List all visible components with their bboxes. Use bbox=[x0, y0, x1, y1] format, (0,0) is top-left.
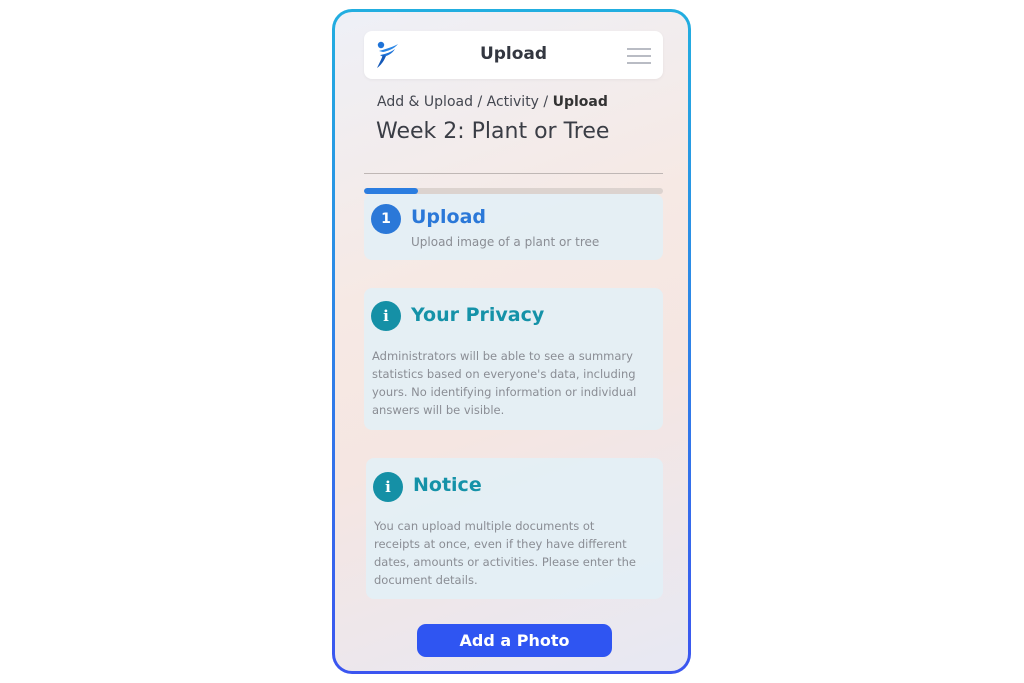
privacy-line: Administrators will be able to see a sum… bbox=[372, 349, 633, 363]
app-screen: Upload Add & Upload / Activity / Upload … bbox=[335, 12, 688, 671]
page-title: Week 2: Plant or Tree bbox=[376, 119, 610, 144]
notice-text: You can upload multiple documents ot rec… bbox=[374, 517, 656, 589]
step-title: Upload bbox=[411, 206, 487, 228]
add-photo-button[interactable]: Add a Photo bbox=[417, 624, 612, 657]
breadcrumb-link-add-upload[interactable]: Add & Upload bbox=[377, 94, 473, 110]
header-title: Upload bbox=[479, 44, 548, 64]
hamburger-menu-icon[interactable] bbox=[627, 45, 651, 65]
breadcrumb-separator: / bbox=[543, 94, 549, 110]
privacy-line: yours. No identifying information or ind… bbox=[372, 385, 637, 399]
notice-card: i Notice You can upload multiple documen… bbox=[366, 458, 663, 599]
step-number-badge: 1 bbox=[371, 204, 401, 234]
privacy-line: answers will be visible. bbox=[372, 403, 505, 417]
notice-line: receipts at once, even if they have diff… bbox=[374, 537, 627, 551]
privacy-card: i Your Privacy Administrators will be ab… bbox=[364, 288, 663, 430]
breadcrumb-separator: / bbox=[477, 94, 483, 110]
breadcrumb-current: Upload bbox=[552, 94, 608, 110]
divider bbox=[364, 173, 663, 174]
info-icon: i bbox=[373, 472, 403, 502]
notice-line: You can upload multiple documents ot bbox=[374, 519, 595, 533]
step-description: Upload image of a plant or tree bbox=[411, 235, 600, 249]
info-icon: i bbox=[371, 301, 401, 331]
top-bar: Upload bbox=[364, 31, 663, 79]
upload-step-card: 1 Upload Upload image of a plant or tree bbox=[364, 194, 663, 260]
notice-line: document details. bbox=[374, 573, 478, 587]
privacy-text: Administrators will be able to see a sum… bbox=[372, 347, 654, 419]
phone-frame: Upload Add & Upload / Activity / Upload … bbox=[332, 9, 691, 674]
privacy-line: statistics based on everyone's data, inc… bbox=[372, 367, 636, 381]
breadcrumb: Add & Upload / Activity / Upload bbox=[377, 94, 608, 110]
breadcrumb-link-activity[interactable]: Activity bbox=[487, 94, 539, 110]
notice-title: Notice bbox=[413, 474, 482, 496]
privacy-title: Your Privacy bbox=[411, 304, 545, 326]
notice-line: dates, amounts or activities. Please ent… bbox=[374, 555, 637, 569]
